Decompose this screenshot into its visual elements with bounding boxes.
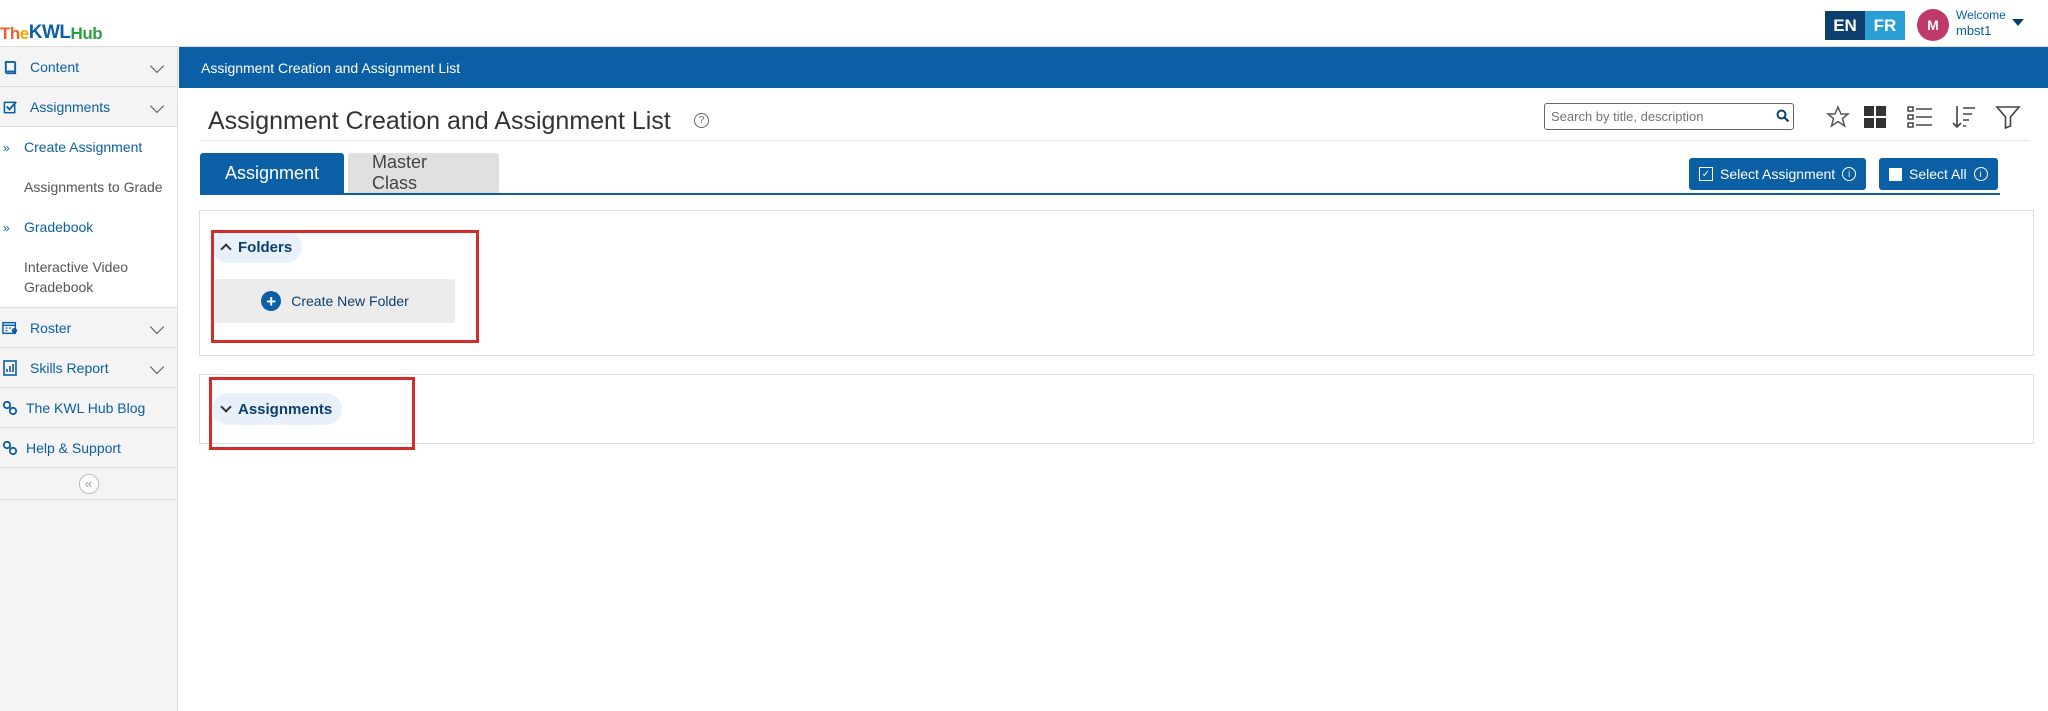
username-label: mbst1 [1956,23,1992,38]
sidebar-item-label: Gradebook [24,219,94,235]
sidebar-item-help[interactable]: Help & Support [0,428,177,468]
sidebar-item-content[interactable]: Content [0,47,177,87]
star-icon[interactable] [1824,103,1852,131]
logo-letter: u [82,24,93,43]
tab-master-class[interactable]: Master Class [348,152,499,193]
lang-en-button[interactable]: EN [1825,11,1865,40]
help-icon[interactable]: ? [694,113,709,128]
sidebar-item-label: Interactive Video Gradebook [24,259,129,295]
logo-letter: e [19,24,29,43]
logo-letter: b [92,24,103,43]
chevron-down-icon [149,58,165,74]
sidebar-item-assignments[interactable]: Assignments [0,87,177,127]
filter-icon[interactable] [1994,103,2022,131]
link-icon [2,440,18,456]
welcome-label: Welcome [1956,8,2006,22]
tab-bar: Assignment Master Class [200,152,503,193]
tab-assignment[interactable]: Assignment [200,153,344,193]
sidebar-item-blog[interactable]: The KWL Hub Blog [0,388,177,428]
kwl-hub-logo[interactable]: TheKWLHub [0,4,103,44]
sidebar-item-gradebook[interactable]: » Gradebook [0,207,177,247]
assignments-submenu: » Create Assignment Assignments to Grade… [0,127,177,308]
select-all-label: Select All [1909,166,1967,182]
highlight-box-assignments [209,377,415,450]
link-icon [2,400,18,416]
sidebar-item-label: Help & Support [26,439,121,456]
top-bar: TheKWLHub EN FR M Welcome mbst1 [0,0,2048,47]
divider [200,140,2030,141]
double-chevron-right-icon: » [3,221,10,235]
user-menu-caret-icon[interactable] [2012,19,2024,26]
logo-letter: W [41,22,60,43]
logo-letter: H [70,24,83,43]
checkbox-icon [2,99,18,115]
assignments-panel: Assignments [199,374,2034,444]
search-input[interactable] [1544,103,1794,130]
sidebar-item-label: The KWL Hub Blog [26,399,146,416]
language-switcher: EN FR [1825,11,1905,40]
report-chart-icon [2,360,18,376]
sidebar-item-assignments-to-grade[interactable]: Assignments to Grade [0,167,177,207]
select-all-button[interactable]: Select All i [1879,158,1998,190]
checkbox-icon [1889,167,1902,181]
sidebar-item-skills-report[interactable]: Skills Report [0,348,177,388]
sidebar: Content Assignments » Create Assignment … [0,47,178,711]
avatar[interactable]: M [1917,9,1949,41]
calendar-user-icon [2,320,18,336]
select-assignment-label: Select Assignment [1720,166,1836,182]
grid-view-icon[interactable] [1861,103,1889,131]
logo-letter: h [9,24,20,43]
sidebar-item-label: Roster [30,319,72,336]
logo-letter: L [59,22,71,43]
logo-letter: K [28,22,43,43]
book-icon [2,59,18,75]
sidebar-collapse-row: « [0,468,177,500]
user-menu[interactable]: Welcome mbst1 [1956,8,2006,38]
collapse-sidebar-icon[interactable]: « [78,473,99,494]
main-content: Assignment Creation and Assignment List … [179,47,2048,711]
page-title: Assignment Creation and Assignment List [208,107,671,135]
list-view-icon[interactable] [1906,103,1934,131]
sidebar-item-roster[interactable]: Roster [0,308,177,348]
sidebar-item-label: Create Assignment [24,139,143,155]
sort-icon[interactable] [1950,103,1978,131]
search-icon[interactable] [1776,109,1790,126]
chevron-down-icon [149,98,165,114]
sidebar-item-interactive-video-gradebook[interactable]: Interactive Video Gradebook [0,247,150,307]
info-icon[interactable]: i [1842,167,1857,181]
tab-underline [200,193,2000,195]
highlight-box-folders [211,230,479,343]
logo-letter: T [0,24,10,43]
breadcrumb: Assignment Creation and Assignment List [179,47,2048,88]
checkbox-checked-icon: ✓ [1699,167,1713,181]
double-chevron-right-icon: » [3,141,10,155]
lang-fr-button[interactable]: FR [1865,11,1905,40]
chevron-down-icon [149,319,165,335]
sidebar-item-label: Assignments to Grade [24,179,163,195]
sidebar-item-label: Skills Report [30,359,109,376]
chevron-down-icon [149,359,165,375]
sidebar-item-create-assignment[interactable]: » Create Assignment [0,127,177,167]
sidebar-item-label: Content [30,58,80,75]
sidebar-item-label: Assignments [30,98,111,115]
select-assignment-button[interactable]: ✓ Select Assignment i [1689,158,1867,190]
info-icon[interactable]: i [1973,167,1988,181]
